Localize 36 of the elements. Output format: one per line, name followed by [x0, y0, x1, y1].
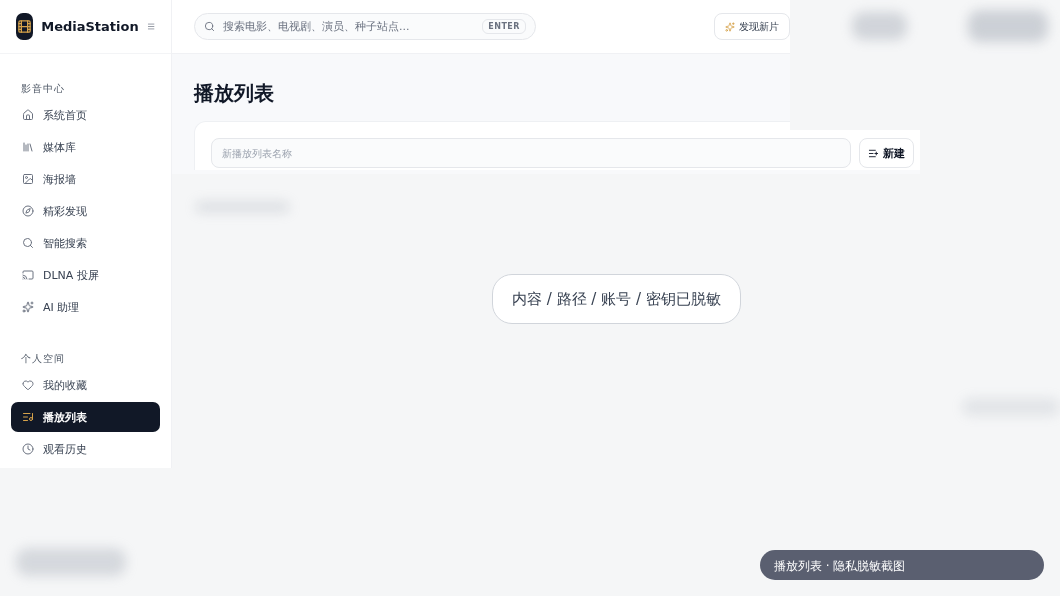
sidebar-item[interactable]: 媒体库: [11, 132, 160, 162]
playlist-name-field[interactable]: 新播放列表名称: [211, 138, 851, 168]
page-title: 播放列表: [194, 80, 275, 107]
library-icon: [22, 141, 34, 153]
sidebar-item[interactable]: 播放列表: [11, 402, 160, 432]
search-icon: [204, 21, 215, 32]
playlist-icon: [22, 411, 34, 423]
sidebar-item[interactable]: DLNA 投屏: [11, 260, 160, 290]
app-name: MediaStation: [41, 19, 139, 34]
sidebar-item[interactable]: 观看历史: [11, 434, 160, 464]
search-icon: [22, 237, 34, 249]
new-button[interactable]: 新建: [859, 138, 914, 168]
caption-banner: 播放列表 · 隐私脱敏截图: [760, 550, 1044, 580]
compass-icon: [22, 205, 34, 217]
sparkles-icon: [22, 301, 34, 313]
section-title: 个人空间: [20, 352, 66, 366]
list-plus-icon: [868, 147, 879, 159]
sidebar-item[interactable]: 海报墙: [11, 164, 160, 194]
sidebar-item[interactable]: 系统首页: [11, 100, 160, 130]
heart-icon: [22, 379, 34, 391]
section-title: 影音中心: [20, 82, 66, 96]
blurred-region: [852, 12, 907, 40]
clock-icon: [22, 443, 34, 455]
home-icon: [22, 109, 34, 121]
redaction-notice: 内容 / 路径 / 账号 / 密钥已脱敏: [492, 274, 741, 324]
sidebar-item[interactable]: AI 助理: [11, 292, 160, 322]
sidebar-item[interactable]: 智能搜索: [11, 228, 160, 258]
sidebar-item[interactable]: 我的收藏: [11, 370, 160, 400]
shortcut-hint: ENTER: [482, 19, 526, 34]
discover-button[interactable]: 发现新片: [714, 13, 790, 40]
menu-icon[interactable]: [146, 20, 155, 33]
sidebar-item[interactable]: 精彩发现: [11, 196, 160, 226]
sparkles-icon: [725, 21, 735, 32]
cast-icon: [22, 269, 34, 281]
image-icon: [22, 173, 34, 185]
app-logo-icon: [16, 13, 34, 40]
